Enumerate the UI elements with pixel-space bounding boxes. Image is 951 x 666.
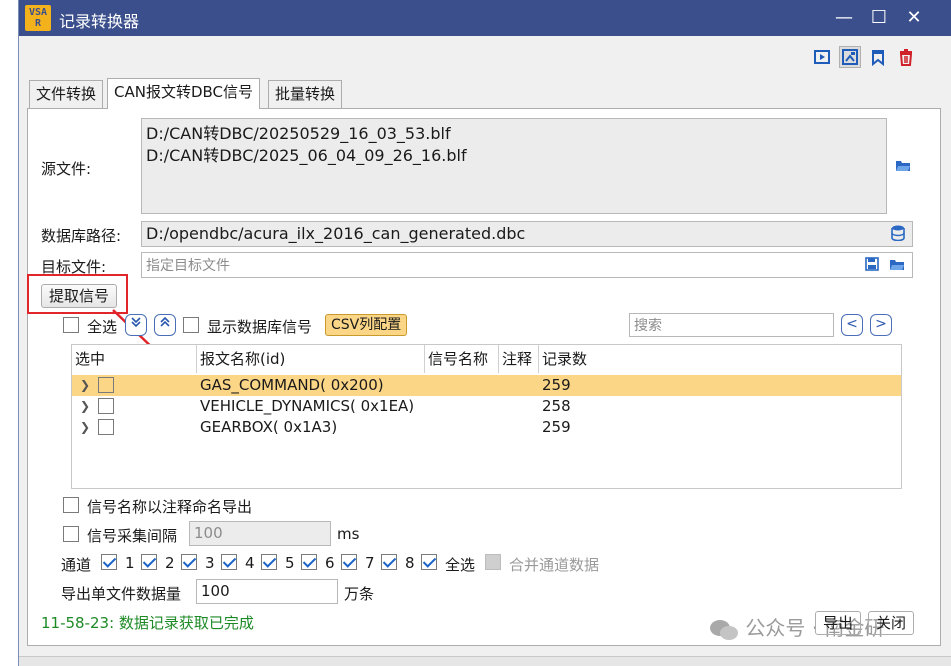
column-header-signal-name[interactable]: 信号名称	[424, 345, 498, 373]
chevron-right-icon[interactable]: ❯	[80, 399, 90, 413]
double-chevron-up-icon	[160, 316, 170, 327]
app-window: VSAR 记录转换器 — ☐ ✕ 文件转换 CAN报文转DBC信号 批量转换 源…	[18, 0, 951, 666]
channel-6-checkbox[interactable]	[301, 554, 317, 570]
channel-3-label: 3	[205, 554, 215, 572]
source-file-item: D:/CAN转DBC/20250529_16_03_53.blf	[146, 124, 451, 143]
tab-file-convert[interactable]: 文件转换	[29, 80, 104, 108]
save-icon[interactable]	[865, 257, 881, 273]
channel-4-checkbox[interactable]	[221, 554, 237, 570]
close-button[interactable]: 关闭	[868, 611, 914, 635]
channel-1-label: 1	[125, 554, 135, 572]
chevron-right-icon[interactable]: ❯	[80, 378, 90, 392]
export-limit-input[interactable]: 100	[196, 579, 338, 604]
record-count: 258	[542, 397, 571, 415]
name-by-comment-checkbox[interactable]	[63, 497, 79, 513]
search-input[interactable]: 搜索	[629, 313, 834, 337]
close-window-button[interactable]: ✕	[899, 4, 929, 32]
database-path-field[interactable]: D:/opendbc/acura_ilx_2016_can_generated.…	[141, 221, 913, 247]
search-placeholder: 搜索	[634, 318, 662, 334]
export-limit-label: 导出单文件数据量	[61, 585, 182, 603]
merge-channels-label: 合并通道数据	[509, 556, 600, 574]
message-name: VEHICLE_DYNAMICS( 0x1EA)	[200, 397, 415, 415]
window-title: 记录转换器	[59, 12, 140, 31]
message-name: GEARBOX( 0x1A3)	[200, 418, 338, 436]
search-next-button[interactable]: >	[870, 314, 892, 336]
table-row[interactable]: ❯ VEHICLE_DYNAMICS( 0x1EA) 258	[72, 396, 901, 417]
channel-2-checkbox[interactable]	[141, 554, 157, 570]
channel-7-label: 7	[365, 554, 375, 572]
select-all-label: 全选	[87, 318, 118, 336]
channel-2-label: 2	[165, 554, 175, 572]
database-path-label: 数据库路径:	[41, 227, 122, 245]
column-header-message-name[interactable]: 报文名称(id)	[196, 345, 424, 373]
tab-can-to-dbc[interactable]: CAN报文转DBC信号	[107, 78, 261, 109]
channel-label: 通道	[61, 556, 92, 574]
name-by-comment-label: 信号名称以注释命名导出	[87, 498, 253, 516]
message-table[interactable]: 选中 报文名称(id) 信号名称 注释 记录数 ❯ GAS_COMMAND( 0…	[71, 344, 902, 489]
row-checkbox[interactable]	[98, 419, 114, 435]
app-logo: VSAR	[25, 5, 51, 31]
channel-8-checkbox[interactable]	[381, 554, 397, 570]
tab-batch-convert[interactable]: 批量转换	[268, 80, 343, 108]
window-bottom-border	[19, 656, 951, 666]
extract-signals-button[interactable]: 提取信号	[41, 284, 117, 308]
sample-interval-input[interactable]: 100	[189, 521, 331, 546]
table-row[interactable]: ❯ GAS_COMMAND( 0x200) 259	[72, 375, 901, 396]
maximize-button[interactable]: ☐	[864, 4, 894, 32]
browse-folder-icon[interactable]	[889, 257, 907, 273]
message-name: GAS_COMMAND( 0x200)	[200, 376, 384, 394]
channel-5-checkbox[interactable]	[261, 554, 277, 570]
source-file-item: D:/CAN转DBC/2025_06_04_09_26_16.blf	[146, 146, 467, 165]
export-button[interactable]: 导出	[815, 611, 861, 635]
record-count: 259	[542, 418, 571, 436]
title-bar: VSAR 记录转换器 — ☐ ✕	[19, 0, 951, 36]
record-count: 259	[542, 376, 571, 394]
chevron-right-icon[interactable]: ❯	[80, 420, 90, 434]
sample-interval-checkbox[interactable]	[63, 526, 79, 542]
search-prev-button[interactable]: <	[841, 314, 863, 336]
table-row[interactable]: ❯ GEARBOX( 0x1A3) 259	[72, 417, 901, 438]
channel-5-label: 5	[285, 554, 295, 572]
row-checkbox[interactable]	[98, 377, 114, 393]
delete-icon[interactable]	[895, 46, 917, 68]
row-checkbox[interactable]	[98, 398, 114, 414]
logo-text: VSAR	[28, 7, 48, 29]
channel-1-checkbox[interactable]	[101, 554, 117, 570]
target-file-placeholder: 指定目标文件	[146, 258, 230, 274]
target-file-field[interactable]: 指定目标文件	[141, 252, 913, 278]
column-header-comment[interactable]: 注释	[498, 345, 538, 373]
channel-select-all-label: 全选	[445, 556, 476, 574]
status-message: 11-58-23: 数据记录获取已完成	[41, 614, 254, 632]
bookmark-icon[interactable]	[867, 46, 889, 68]
open-folder-icon[interactable]	[895, 158, 913, 174]
database-icon[interactable]	[891, 225, 907, 243]
channel-7-checkbox[interactable]	[341, 554, 357, 570]
channel-6-label: 6	[325, 554, 335, 572]
channel-select-all-checkbox[interactable]	[421, 554, 437, 570]
minimize-button[interactable]: —	[829, 4, 859, 32]
column-header-record-count[interactable]: 记录数	[538, 345, 618, 373]
select-all-checkbox[interactable]	[63, 317, 79, 333]
channel-4-label: 4	[245, 554, 255, 572]
collapse-down-button[interactable]	[125, 314, 147, 336]
show-db-signals-checkbox[interactable]	[183, 317, 199, 333]
interval-unit-label: ms	[337, 525, 360, 543]
merge-channels-checkbox[interactable]	[485, 554, 501, 570]
source-file-list[interactable]: D:/CAN转DBC/20250529_16_03_53.blf D:/CAN转…	[141, 118, 887, 214]
channel-8-label: 8	[405, 554, 415, 572]
video-icon[interactable]	[811, 46, 833, 68]
double-chevron-down-icon	[131, 317, 141, 328]
source-file-label: 源文件:	[41, 160, 92, 178]
channel-3-checkbox[interactable]	[181, 554, 197, 570]
show-db-signals-label: 显示数据库信号	[207, 318, 313, 336]
column-header-select[interactable]: 选中	[72, 345, 196, 373]
export-limit-unit: 万条	[344, 585, 375, 603]
image-export-icon[interactable]	[839, 46, 861, 68]
wechat-icon	[709, 619, 739, 641]
sample-interval-label: 信号采集间隔	[87, 527, 178, 545]
expand-up-button[interactable]	[154, 314, 176, 336]
csv-config-button[interactable]: CSV列配置	[325, 314, 408, 336]
